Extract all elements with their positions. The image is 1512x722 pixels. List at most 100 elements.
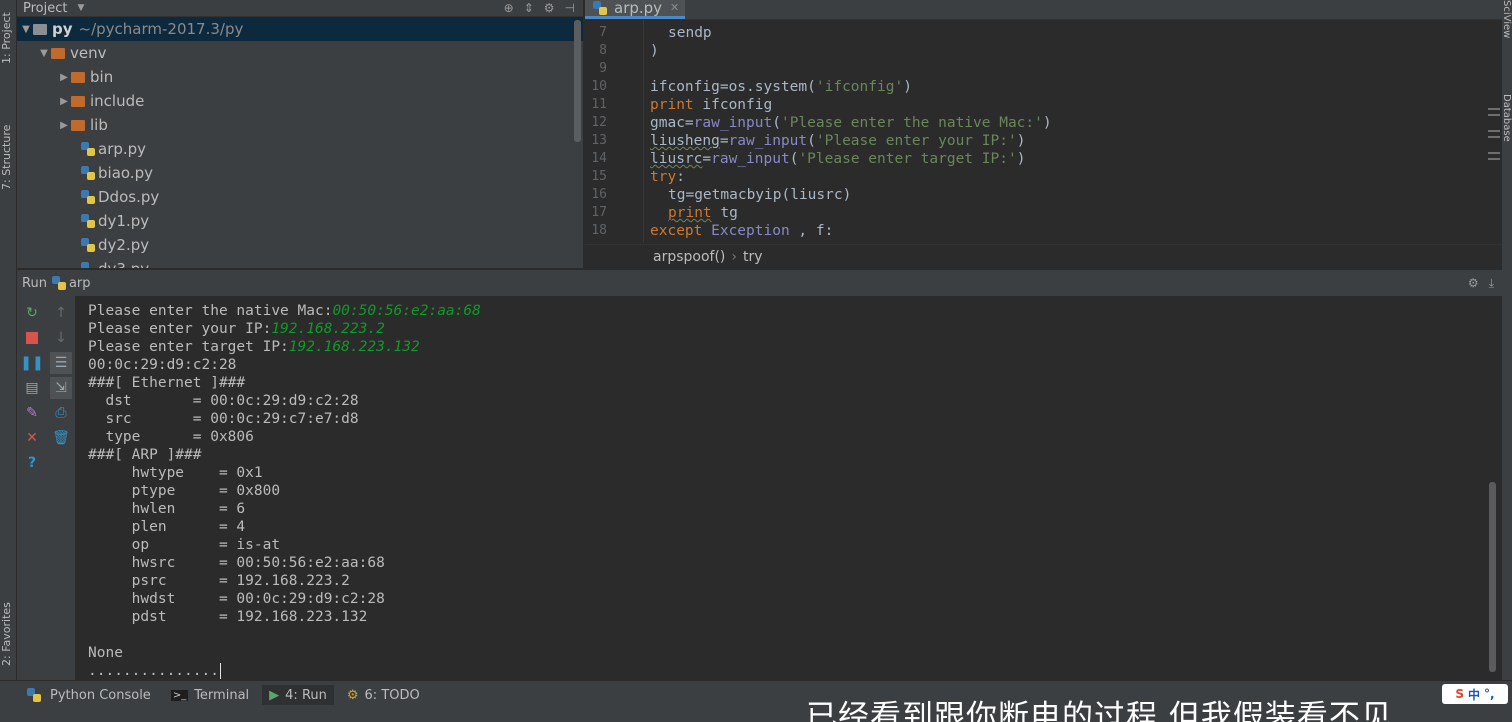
console-output-line: psrc = 192.168.223.2 xyxy=(88,573,350,589)
database-tool-tab[interactable]: Database xyxy=(1501,94,1512,174)
run-console[interactable]: Please enter the native Mac:00:50:56:e2:… xyxy=(77,296,1502,680)
code-line: 9 xyxy=(585,60,607,78)
tree-row-file[interactable]: dy3.py xyxy=(17,257,583,268)
stop-icon[interactable] xyxy=(21,327,43,349)
tree-row-file[interactable]: arp.py xyxy=(17,137,583,161)
trash-icon[interactable]: 🗑 xyxy=(50,427,72,449)
code-line: 15 try: xyxy=(585,168,685,186)
tab-label: 4: Run xyxy=(285,687,327,703)
expand-arrow-icon[interactable]: ▶ xyxy=(57,72,71,83)
left-tool-strip: 1: Project 7: Structure 2: Favorites xyxy=(0,0,17,680)
line-number: 17 xyxy=(591,205,607,220)
print-icon[interactable]: ⎙ xyxy=(50,402,72,424)
expand-arrow-icon[interactable]: ▼ xyxy=(19,24,33,35)
scroll-to-end-icon[interactable]: ⇲ xyxy=(50,377,72,399)
structure-tool-tab[interactable]: 7: Structure xyxy=(0,102,17,190)
editor-tab-arp[interactable]: arp.py ✕ xyxy=(585,0,686,19)
ime-punct-icon: °, xyxy=(1484,687,1495,701)
sciview-tool-tab[interactable]: SciView xyxy=(1501,0,1512,70)
python-file-icon xyxy=(81,142,95,156)
line-number: 12 xyxy=(591,115,607,130)
soft-wrap-icon[interactable]: ☰ xyxy=(50,352,72,374)
pin-icon[interactable]: ✎ xyxy=(21,402,43,424)
code-text: liusrc=raw_input('Please enter target IP… xyxy=(650,151,1026,167)
code-line: 14 liusrc=raw_input('Please enter target… xyxy=(585,150,1025,168)
gear-icon[interactable]: ⚙ xyxy=(1468,276,1479,291)
arrow-down-icon[interactable]: ↓ xyxy=(50,327,72,349)
run-config-name[interactable]: arp xyxy=(69,276,91,291)
console-output-line: hwlen = 6 xyxy=(88,501,246,517)
hide-panel-icon[interactable]: ⊣ xyxy=(565,1,575,15)
tree-row-file[interactable]: biao.py xyxy=(17,161,583,185)
breadcrumb-item[interactable]: arpspoof() xyxy=(653,249,725,265)
console-output-line: ###[ ARP ]### xyxy=(88,447,202,463)
collapse-all-icon[interactable]: ⇕ xyxy=(524,1,534,15)
tree-row-bin[interactable]: ▶ bin xyxy=(17,65,583,89)
chevron-down-icon[interactable]: ▼ xyxy=(77,3,84,13)
run-toolbar: ↻ ❚❚ ▤ ✎ ✕ ? xyxy=(17,296,47,680)
python-file-icon xyxy=(51,276,66,290)
tree-row-include[interactable]: ▶ include xyxy=(17,89,583,113)
expand-arrow-icon[interactable]: ▼ xyxy=(37,48,51,59)
todo-tab[interactable]: ⚙ 6: TODO xyxy=(340,685,427,705)
expand-arrow-icon[interactable]: ▶ xyxy=(57,120,71,131)
code-line: 10 ifconfig=os.system('ifconfig') xyxy=(585,78,912,96)
line-number: 16 xyxy=(591,187,607,202)
console-output-line: ptype = 0x800 xyxy=(88,483,281,499)
close-icon[interactable]: ✕ xyxy=(670,1,679,14)
tree-item-label: lib xyxy=(90,116,108,134)
error-stripe xyxy=(1488,48,1500,164)
console-input-line: Please enter the native Mac:00:50:56:e2:… xyxy=(88,303,481,319)
python-file-icon xyxy=(81,238,95,252)
line-number: 8 xyxy=(599,43,607,58)
rerun-icon[interactable]: ↻ xyxy=(21,302,43,324)
tree-row-root[interactable]: ▼ py ~/pycharm-2017.3/py xyxy=(17,17,583,41)
ime-logo-icon: S xyxy=(1455,687,1465,701)
tree-row-file[interactable]: Ddos.py xyxy=(17,185,583,209)
favorites-tool-tab[interactable]: 2: Favorites xyxy=(0,576,17,666)
console-output-line: hwsrc = 00:50:56:e2:aa:68 xyxy=(88,555,385,571)
run-tab[interactable]: ▶ 4: Run xyxy=(262,685,334,705)
python-file-icon xyxy=(81,214,95,228)
help-icon[interactable]: ? xyxy=(21,452,43,474)
console-scrollbar[interactable] xyxy=(1489,482,1496,672)
project-tool-tab[interactable]: 1: Project xyxy=(0,2,17,64)
code-area[interactable]: 7 sendp 8 ) 9 10 ifconfig=os.system('ifc… xyxy=(585,20,1502,242)
tree-row-venv[interactable]: ▼ venv xyxy=(17,41,583,65)
arrow-up-icon[interactable]: ↑ xyxy=(50,302,72,324)
hide-panel-icon[interactable]: ⤓ xyxy=(1489,276,1494,291)
close-icon[interactable]: ✕ xyxy=(21,427,43,449)
gutter-divider xyxy=(643,20,644,242)
console-output-line: None xyxy=(88,645,123,661)
folder-icon xyxy=(71,71,85,83)
line-number: 14 xyxy=(591,151,607,166)
line-number: 10 xyxy=(591,79,607,94)
tree-row-file[interactable]: dy2.py xyxy=(17,233,583,257)
ime-indicator[interactable]: S 中 °, xyxy=(1442,684,1508,704)
locate-icon[interactable]: ⊕ xyxy=(504,1,514,15)
breadcrumb-item[interactable]: try xyxy=(743,249,763,265)
python-console-tab[interactable]: Python Console xyxy=(20,685,158,705)
code-line: 7 sendp xyxy=(585,24,711,42)
right-tool-strip: SciView Database xyxy=(1501,0,1512,680)
code-line: 11 print ifconfig xyxy=(585,96,772,114)
code-line: 12 gmac=raw_input('Please enter the nati… xyxy=(585,114,1051,132)
chevron-right-icon: › xyxy=(731,248,737,265)
dump-threads-icon[interactable]: ▤ xyxy=(21,377,43,399)
video-subtitle: 已经看到跟你断电的过程 但我假装看不见 xyxy=(806,699,1393,722)
terminal-tab[interactable]: >_ Terminal xyxy=(164,685,256,705)
project-scrollbar[interactable] xyxy=(574,20,581,142)
project-view-selector[interactable]: Project xyxy=(23,1,67,16)
tree-row-file[interactable]: dy1.py xyxy=(17,209,583,233)
pause-icon[interactable]: ❚❚ xyxy=(20,352,43,374)
console-output-line: plen = 4 xyxy=(88,519,246,535)
gear-icon[interactable]: ⚙ xyxy=(544,1,555,15)
python-file-icon xyxy=(81,166,95,180)
expand-arrow-icon[interactable]: ▶ xyxy=(57,96,71,107)
code-text: except Exception , f: xyxy=(650,223,834,239)
terminal-icon: >_ xyxy=(170,689,189,701)
python-file-icon xyxy=(593,0,607,15)
tree-row-lib[interactable]: ▶ lib xyxy=(17,113,583,137)
line-number: 7 xyxy=(599,25,607,40)
tree-item-label: biao.py xyxy=(98,164,153,182)
